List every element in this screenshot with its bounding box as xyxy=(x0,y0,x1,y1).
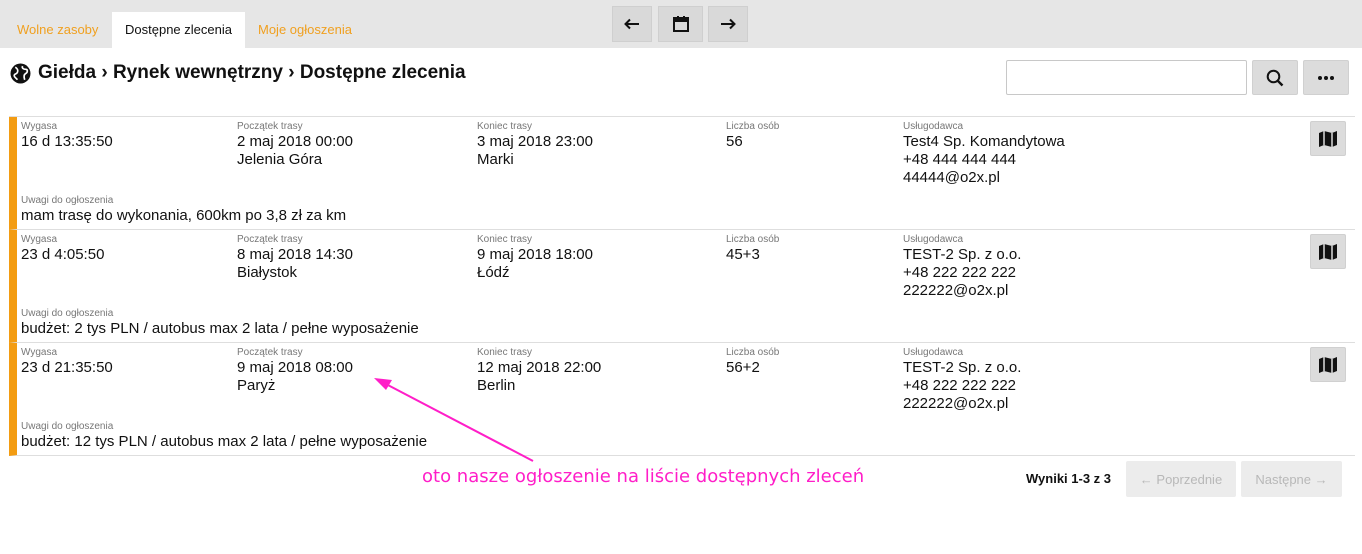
route-end-label: Koniec trasy xyxy=(477,347,533,358)
provider-field: Usługodawca TEST-2 Sp. z o.o. +48 222 22… xyxy=(903,347,1021,413)
globe-icon xyxy=(10,63,31,84)
route-end-city: Łódź xyxy=(477,264,510,281)
arrow-left-icon xyxy=(624,18,639,30)
map-icon xyxy=(1319,130,1337,147)
provider-phone: +48 222 222 222 xyxy=(903,377,1017,394)
route-end-city: Berlin xyxy=(477,377,516,394)
expires-field: Wygasa 16 d 13:35:50 xyxy=(21,121,113,151)
persons-field: Liczba osób 56+2 xyxy=(726,347,779,377)
route-end-label: Koniec trasy xyxy=(477,234,533,245)
persons-value: 56 xyxy=(726,133,743,150)
search-icon xyxy=(1266,69,1284,86)
previous-page-button[interactable]: ← Poprzednie xyxy=(1126,461,1236,497)
top-bar: Wolne zasoby Dostępne zlecenia Moje ogło… xyxy=(0,0,1362,48)
expires-label: Wygasa xyxy=(21,121,58,132)
route-start-field: Początek trasy 9 maj 2018 08:00 Paryż xyxy=(237,347,353,395)
listing-row[interactable]: Wygasa 23 d 4:05:50 Początek trasy 8 maj… xyxy=(9,230,1355,343)
provider-email: 44444@o2x.pl xyxy=(903,169,1000,186)
tab-wolne-zasoby[interactable]: Wolne zasoby xyxy=(4,12,111,48)
provider-name: TEST-2 Sp. z o.o. xyxy=(903,359,1022,376)
next-page-button[interactable]: Następne → xyxy=(1241,461,1342,497)
previous-day-button[interactable] xyxy=(612,6,652,42)
map-icon xyxy=(1319,243,1337,260)
route-end-field: Koniec trasy 9 maj 2018 18:00 Łódź xyxy=(477,234,593,282)
persons-value: 56+2 xyxy=(726,359,760,376)
more-icon xyxy=(1318,75,1334,80)
provider-field: Usługodawca TEST-2 Sp. z o.o. +48 222 22… xyxy=(903,234,1021,300)
notes-value: mam trasę do wykonania, 600km po 3,8 zł … xyxy=(21,207,347,224)
expires-field: Wygasa 23 d 21:35:50 xyxy=(21,347,113,377)
provider-name: TEST-2 Sp. z o.o. xyxy=(903,246,1022,263)
route-end-date: 9 maj 2018 18:00 xyxy=(477,246,593,263)
calendar-icon xyxy=(672,16,689,32)
provider-label: Usługodawca xyxy=(903,234,964,245)
persons-value: 45+3 xyxy=(726,246,760,263)
more-options-button[interactable] xyxy=(1303,60,1349,95)
route-start-city: Jelenia Góra xyxy=(237,151,323,168)
arrow-right-icon xyxy=(721,18,736,30)
route-start-city: Paryż xyxy=(237,377,276,394)
provider-email: 222222@o2x.pl xyxy=(903,395,1009,412)
provider-label: Usługodawca xyxy=(903,121,964,132)
provider-label: Usługodawca xyxy=(903,347,964,358)
route-start-label: Początek trasy xyxy=(237,234,303,245)
listing-row[interactable]: Wygasa 23 d 21:35:50 Początek trasy 9 ma… xyxy=(9,343,1355,456)
listings-list: Wygasa 16 d 13:35:50 Początek trasy 2 ma… xyxy=(9,116,1355,456)
provider-name: Test4 Sp. Komandytowa xyxy=(903,133,1065,150)
route-start-date: 2 maj 2018 00:00 xyxy=(237,133,353,150)
map-button[interactable] xyxy=(1310,347,1346,382)
route-start-field: Początek trasy 8 maj 2018 14:30 Białysto… xyxy=(237,234,353,282)
notes-field: Uwagi do ogłoszenia budżet: 12 tys PLN /… xyxy=(21,421,427,451)
route-start-city: Białystok xyxy=(237,264,298,281)
route-end-city: Marki xyxy=(477,151,514,168)
persons-field: Liczba osób 45+3 xyxy=(726,234,779,264)
tab-dostepne-zlecenia[interactable]: Dostępne zlecenia xyxy=(112,12,245,48)
persons-label: Liczba osób xyxy=(726,121,780,132)
page-title: Giełda › Rynek wewnętrzny › Dostępne zle… xyxy=(10,60,466,86)
provider-email: 222222@o2x.pl xyxy=(903,282,1009,299)
provider-phone: +48 222 222 222 xyxy=(903,264,1017,281)
notes-label: Uwagi do ogłoszenia xyxy=(21,308,114,319)
expires-field: Wygasa 23 d 4:05:50 xyxy=(21,234,104,264)
notes-field: Uwagi do ogłoszenia budżet: 2 tys PLN / … xyxy=(21,308,419,338)
route-start-date: 8 maj 2018 14:30 xyxy=(237,246,353,263)
tab-moje-ogloszenia[interactable]: Moje ogłoszenia xyxy=(245,12,365,48)
persons-label: Liczba osób xyxy=(726,347,780,358)
provider-phone: +48 444 444 444 xyxy=(903,151,1017,168)
provider-field: Usługodawca Test4 Sp. Komandytowa +48 44… xyxy=(903,121,1065,187)
route-start-date: 9 maj 2018 08:00 xyxy=(237,359,353,376)
notes-value: budżet: 12 tys PLN / autobus max 2 lata … xyxy=(21,433,428,450)
breadcrumb: Giełda › Rynek wewnętrzny › Dostępne zle… xyxy=(38,62,466,83)
route-start-label: Początek trasy xyxy=(237,347,303,358)
search-button[interactable] xyxy=(1252,60,1298,95)
search-input[interactable] xyxy=(1006,60,1247,95)
notes-field: Uwagi do ogłoszenia mam trasę do wykonan… xyxy=(21,195,346,225)
map-button[interactable] xyxy=(1310,234,1346,269)
next-day-button[interactable] xyxy=(708,6,748,42)
route-end-date: 3 maj 2018 23:00 xyxy=(477,133,593,150)
expires-value: 23 d 4:05:50 xyxy=(21,246,105,263)
notes-label: Uwagi do ogłoszenia xyxy=(21,421,114,432)
notes-value: budżet: 2 tys PLN / autobus max 2 lata /… xyxy=(21,320,419,337)
route-end-date: 12 maj 2018 22:00 xyxy=(477,359,602,376)
listing-row[interactable]: Wygasa 16 d 13:35:50 Początek trasy 2 ma… xyxy=(9,117,1355,230)
expires-value: 23 d 21:35:50 xyxy=(21,359,113,376)
notes-label: Uwagi do ogłoszenia xyxy=(21,195,114,206)
persons-label: Liczba osób xyxy=(726,234,780,245)
expires-label: Wygasa xyxy=(21,347,58,358)
persons-field: Liczba osób 56 xyxy=(726,121,779,151)
route-end-field: Koniec trasy 12 maj 2018 22:00 Berlin xyxy=(477,347,601,395)
map-button[interactable] xyxy=(1310,121,1346,156)
calendar-button[interactable] xyxy=(658,6,703,42)
route-end-label: Koniec trasy xyxy=(477,121,533,132)
expires-label: Wygasa xyxy=(21,234,58,245)
annotation-text: oto nasze ogłoszenie na liście dostępnyc… xyxy=(422,466,865,487)
results-count: Wyniki 1-3 z 3 xyxy=(1026,471,1112,486)
route-end-field: Koniec trasy 3 maj 2018 23:00 Marki xyxy=(477,121,593,169)
map-icon xyxy=(1319,356,1337,373)
route-start-label: Początek trasy xyxy=(237,121,303,132)
expires-value: 16 d 13:35:50 xyxy=(21,133,113,150)
route-start-field: Początek trasy 2 maj 2018 00:00 Jelenia … xyxy=(237,121,353,169)
